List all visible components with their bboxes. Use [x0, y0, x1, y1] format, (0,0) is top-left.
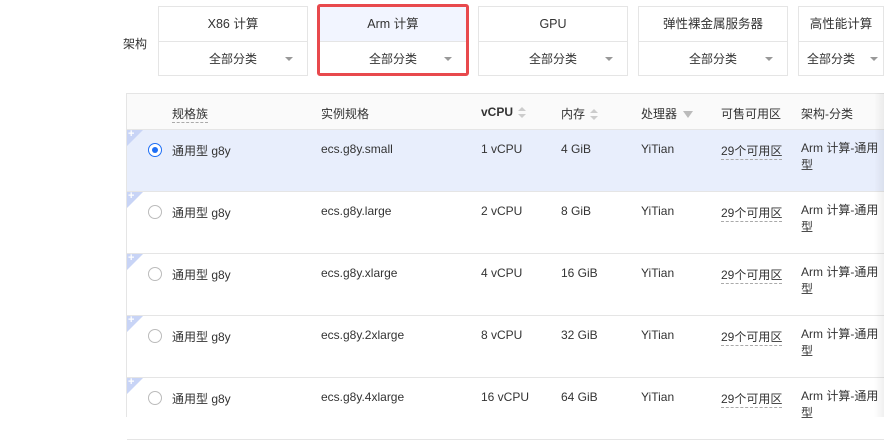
- cell-spec: ecs.g8y.2xlarge: [321, 328, 405, 342]
- cell-processor: YiTian: [641, 266, 675, 280]
- arch-card-title[interactable]: X86 计算: [159, 7, 307, 42]
- cell-memory: 64 GiB: [561, 390, 598, 404]
- cell-processor: YiTian: [641, 390, 675, 404]
- header-vcpu[interactable]: vCPU: [481, 105, 527, 119]
- arch-card-3[interactable]: 弹性裸金属服务器 全部分类: [638, 6, 788, 76]
- table-header: 规格族 实例规格 vCPU 内存 处理器 可售可用区 架构-分类: [127, 94, 884, 130]
- category-select[interactable]: 全部分类: [159, 42, 307, 76]
- table-row[interactable]: 通用型 g8y ecs.g8y.2xlarge 8 vCPU 32 GiB Yi…: [127, 314, 884, 378]
- cell-zones[interactable]: 29个可用区: [721, 204, 783, 222]
- caret-down-icon: [870, 57, 878, 61]
- cell-processor: YiTian: [641, 142, 675, 156]
- row-radio[interactable]: [148, 391, 162, 405]
- header-memory-label: 内存: [561, 107, 586, 121]
- cell-arch: Arm 计算-通用型: [801, 327, 879, 358]
- category-select[interactable]: 全部分类: [639, 42, 787, 76]
- table-row[interactable]: 通用型 g8y ecs.g8y.large 2 vCPU 8 GiB YiTia…: [127, 190, 884, 254]
- cell-vcpu: 4 vCPU: [481, 266, 523, 280]
- filter-icon[interactable]: [683, 111, 694, 119]
- arch-card-title[interactable]: Arm 计算: [320, 7, 466, 42]
- architecture-label: 架构: [123, 37, 148, 51]
- cell-memory: 32 GiB: [561, 328, 598, 342]
- cell-arch: Arm 计算-通用型: [801, 203, 879, 234]
- cell-memory: 16 GiB: [561, 266, 598, 280]
- row-radio[interactable]: [148, 143, 162, 157]
- caret-down-icon: [444, 57, 452, 61]
- caret-down-icon: [605, 57, 613, 61]
- cell-vcpu: 1 vCPU: [481, 142, 523, 156]
- cell-family: 通用型 g8y: [172, 144, 231, 158]
- arch-card-4[interactable]: 高性能计算 全部分类: [798, 6, 884, 76]
- row-radio[interactable]: [148, 267, 162, 281]
- sort-icon[interactable]: [590, 108, 599, 121]
- header-processor[interactable]: 处理器: [641, 105, 694, 122]
- cell-memory: 4 GiB: [561, 142, 592, 156]
- cell-family: 通用型 g8y: [172, 268, 231, 282]
- category-select[interactable]: 全部分类: [799, 42, 883, 76]
- plus-corner-icon: [127, 252, 143, 270]
- cell-arch: Arm 计算-通用型: [801, 141, 879, 172]
- category-select-value: 全部分类: [807, 52, 856, 66]
- plus-corner-icon: [127, 376, 143, 394]
- cell-processor: YiTian: [641, 328, 675, 342]
- arch-card-1[interactable]: Arm 计算 全部分类: [317, 4, 469, 76]
- cell-processor: YiTian: [641, 204, 675, 218]
- plus-corner-icon: [127, 128, 143, 146]
- cell-family: 通用型 g8y: [172, 206, 231, 220]
- cell-zones[interactable]: 29个可用区: [721, 390, 783, 408]
- category-select-value: 全部分类: [688, 52, 737, 66]
- plus-corner-icon: [127, 190, 143, 208]
- arch-card-title[interactable]: 弹性裸金属服务器: [639, 7, 787, 42]
- arch-card-title[interactable]: GPU: [479, 7, 627, 42]
- row-radio[interactable]: [148, 205, 162, 219]
- category-select-value: 全部分类: [368, 52, 417, 66]
- table-row[interactable]: 通用型 g8y ecs.g8y.small 1 vCPU 4 GiB YiTia…: [127, 128, 884, 192]
- table-row[interactable]: 通用型 g8y ecs.g8y.xlarge 4 vCPU 16 GiB YiT…: [127, 252, 884, 316]
- cell-vcpu: 8 vCPU: [481, 328, 523, 342]
- header-zones: 可售可用区: [721, 107, 782, 121]
- cell-arch: Arm 计算-通用型: [801, 265, 879, 296]
- header-vcpu-label: vCPU: [481, 105, 514, 119]
- header-processor-label: 处理器: [641, 107, 678, 121]
- header-memory[interactable]: 内存: [561, 105, 599, 122]
- cell-spec: ecs.g8y.xlarge: [321, 266, 398, 280]
- cell-family: 通用型 g8y: [172, 330, 231, 344]
- category-select-value: 全部分类: [528, 52, 577, 66]
- row-radio[interactable]: [148, 329, 162, 343]
- cell-spec: ecs.g8y.small: [321, 142, 393, 156]
- table-row[interactable]: 通用型 g8y ecs.g8y.4xlarge 16 vCPU 64 GiB Y…: [127, 376, 884, 440]
- header-family: 规格族: [172, 107, 209, 123]
- cell-spec: ecs.g8y.large: [321, 204, 392, 218]
- cell-zones[interactable]: 29个可用区: [721, 328, 783, 346]
- caret-down-icon: [765, 57, 773, 61]
- plus-corner-icon: [127, 314, 143, 332]
- cell-spec: ecs.g8y.4xlarge: [321, 390, 405, 404]
- arch-card-title[interactable]: 高性能计算: [799, 7, 883, 42]
- instance-table: 规格族 实例规格 vCPU 内存 处理器 可售可用区 架构-分类 通用型 g8y…: [126, 93, 884, 440]
- category-select[interactable]: 全部分类: [320, 42, 466, 76]
- cell-zones[interactable]: 29个可用区: [721, 142, 783, 160]
- caret-down-icon: [285, 57, 293, 61]
- header-spec: 实例规格: [321, 107, 370, 121]
- cell-vcpu: 2 vCPU: [481, 204, 523, 218]
- cell-zones[interactable]: 29个可用区: [721, 266, 783, 284]
- arch-card-0[interactable]: X86 计算 全部分类: [158, 6, 308, 76]
- cell-vcpu: 16 vCPU: [481, 390, 530, 404]
- category-select[interactable]: 全部分类: [479, 42, 627, 76]
- sort-icon[interactable]: [518, 106, 527, 119]
- arch-card-2[interactable]: GPU 全部分类: [478, 6, 628, 76]
- category-select-value: 全部分类: [208, 52, 257, 66]
- cell-family: 通用型 g8y: [172, 392, 231, 406]
- cell-memory: 8 GiB: [561, 204, 592, 218]
- header-arch: 架构-分类: [801, 107, 853, 121]
- fixed-column-shadow: [874, 93, 884, 417]
